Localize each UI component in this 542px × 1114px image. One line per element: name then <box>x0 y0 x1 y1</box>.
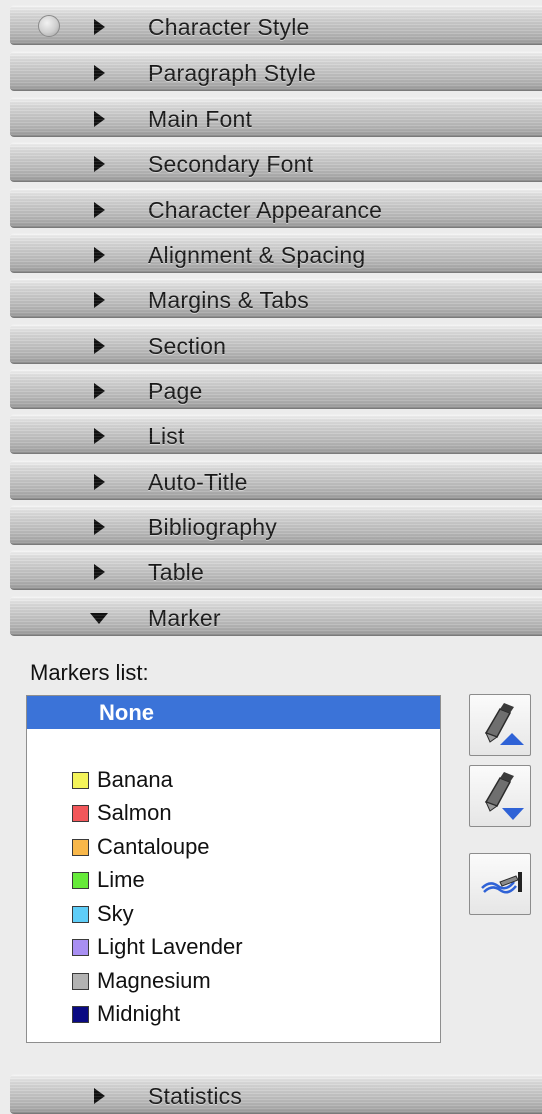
section-header-character-appearance[interactable]: Character Appearance <box>10 188 542 228</box>
color-swatch <box>72 872 89 889</box>
section-header-paragraph-style[interactable]: Paragraph Style <box>10 51 542 91</box>
color-swatch <box>72 973 89 990</box>
section-label: List <box>148 423 185 449</box>
section-header-list[interactable]: List <box>10 414 542 454</box>
marker-down-icon <box>484 772 524 820</box>
list-item-label: None <box>99 700 154 725</box>
section-label: Margins & Tabs <box>148 287 309 313</box>
list-item-label: Sky <box>97 901 134 926</box>
disclosure-triangle-icon <box>94 65 105 81</box>
list-item-lime[interactable]: Lime <box>27 863 440 896</box>
color-swatch <box>72 939 89 956</box>
disclosure-triangle-icon <box>94 474 105 490</box>
list-item-label: Banana <box>97 767 173 792</box>
list-item-midnight[interactable]: Midnight <box>27 997 440 1030</box>
disclosure-triangle-icon <box>94 156 105 172</box>
section-header-secondary-font[interactable]: Secondary Font <box>10 142 542 182</box>
circle-button[interactable] <box>38 15 60 37</box>
section-label: Main Font <box>148 106 253 132</box>
list-item-magnesium[interactable]: Magnesium <box>27 964 440 997</box>
section-label: Bibliography <box>148 514 277 540</box>
list-item-label: Lime <box>97 867 145 892</box>
markers-list[interactable]: None Banana Salmon Cantaloupe Lime Sky L… <box>26 695 441 1043</box>
section-header-main-font[interactable]: Main Font <box>10 97 542 137</box>
section-label: Marker <box>148 605 221 631</box>
disclosure-triangle-icon <box>94 519 105 535</box>
color-swatch <box>72 906 89 923</box>
section-label: Statistics <box>148 1083 243 1109</box>
section-header-section[interactable]: Section <box>10 324 542 364</box>
section-header-bibliography[interactable]: Bibliography <box>10 505 542 545</box>
color-swatch <box>72 1006 89 1023</box>
section-label: Paragraph Style <box>148 60 316 86</box>
list-item-light-lavender[interactable]: Light Lavender <box>27 930 440 963</box>
disclosure-triangle-icon <box>94 111 105 127</box>
disclosure-triangle-icon <box>94 338 105 354</box>
section-label: Section <box>148 333 227 359</box>
section-label: Table <box>148 559 204 585</box>
section-header-statistics[interactable]: Statistics <box>10 1074 542 1114</box>
color-swatch <box>72 839 89 856</box>
disclosure-triangle-icon <box>94 564 105 580</box>
section-label: Character Style <box>148 14 310 40</box>
list-item-label: Midnight <box>97 1001 181 1026</box>
list-item-banana[interactable]: Banana <box>27 763 440 796</box>
section-label: Secondary Font <box>148 151 314 177</box>
section-header-marker[interactable]: Marker <box>10 596 542 636</box>
color-swatch <box>72 772 89 789</box>
markers-list-label: Markers list: <box>30 660 149 685</box>
disclosure-triangle-icon <box>94 292 105 308</box>
marker-down-button[interactable] <box>469 765 531 827</box>
color-swatch <box>72 805 89 822</box>
disclosure-triangle-icon <box>94 383 105 399</box>
disclosure-triangle-icon <box>94 247 105 263</box>
section-label: Page <box>148 378 203 404</box>
section-header-auto-title[interactable]: Auto-Title <box>10 460 542 500</box>
disclosure-triangle-icon <box>94 19 105 35</box>
list-item-label: Cantaloupe <box>97 834 210 859</box>
marker-apply-icon <box>481 872 522 894</box>
section-header-page[interactable]: Page <box>10 369 542 409</box>
section-label: Alignment & Spacing <box>148 242 366 268</box>
marker-up-icon <box>484 703 524 745</box>
list-item-none[interactable]: None <box>27 696 440 729</box>
disclosure-triangle-icon <box>94 1088 105 1104</box>
list-item-cantaloupe[interactable]: Cantaloupe <box>27 830 440 863</box>
list-item-sky[interactable]: Sky <box>27 897 440 930</box>
section-label: Auto-Title <box>148 469 248 495</box>
section-header-alignment-spacing[interactable]: Alignment & Spacing <box>10 233 542 273</box>
marker-up-button[interactable] <box>469 694 531 756</box>
apply-marker-button[interactable] <box>469 853 531 915</box>
section-header-character-style[interactable]: Character Style <box>10 5 542 45</box>
list-item-label: Magnesium <box>97 968 211 993</box>
list-item-label: Salmon <box>97 800 172 825</box>
disclosure-triangle-expanded-icon <box>90 613 108 624</box>
section-header-margins-tabs[interactable]: Margins & Tabs <box>10 278 542 318</box>
disclosure-triangle-icon <box>94 202 105 218</box>
section-header-table[interactable]: Table <box>10 550 542 590</box>
disclosure-triangle-icon <box>94 428 105 444</box>
list-item-label: Light Lavender <box>97 934 243 959</box>
section-label: Character Appearance <box>148 197 383 223</box>
list-item-salmon[interactable]: Salmon <box>27 796 440 829</box>
